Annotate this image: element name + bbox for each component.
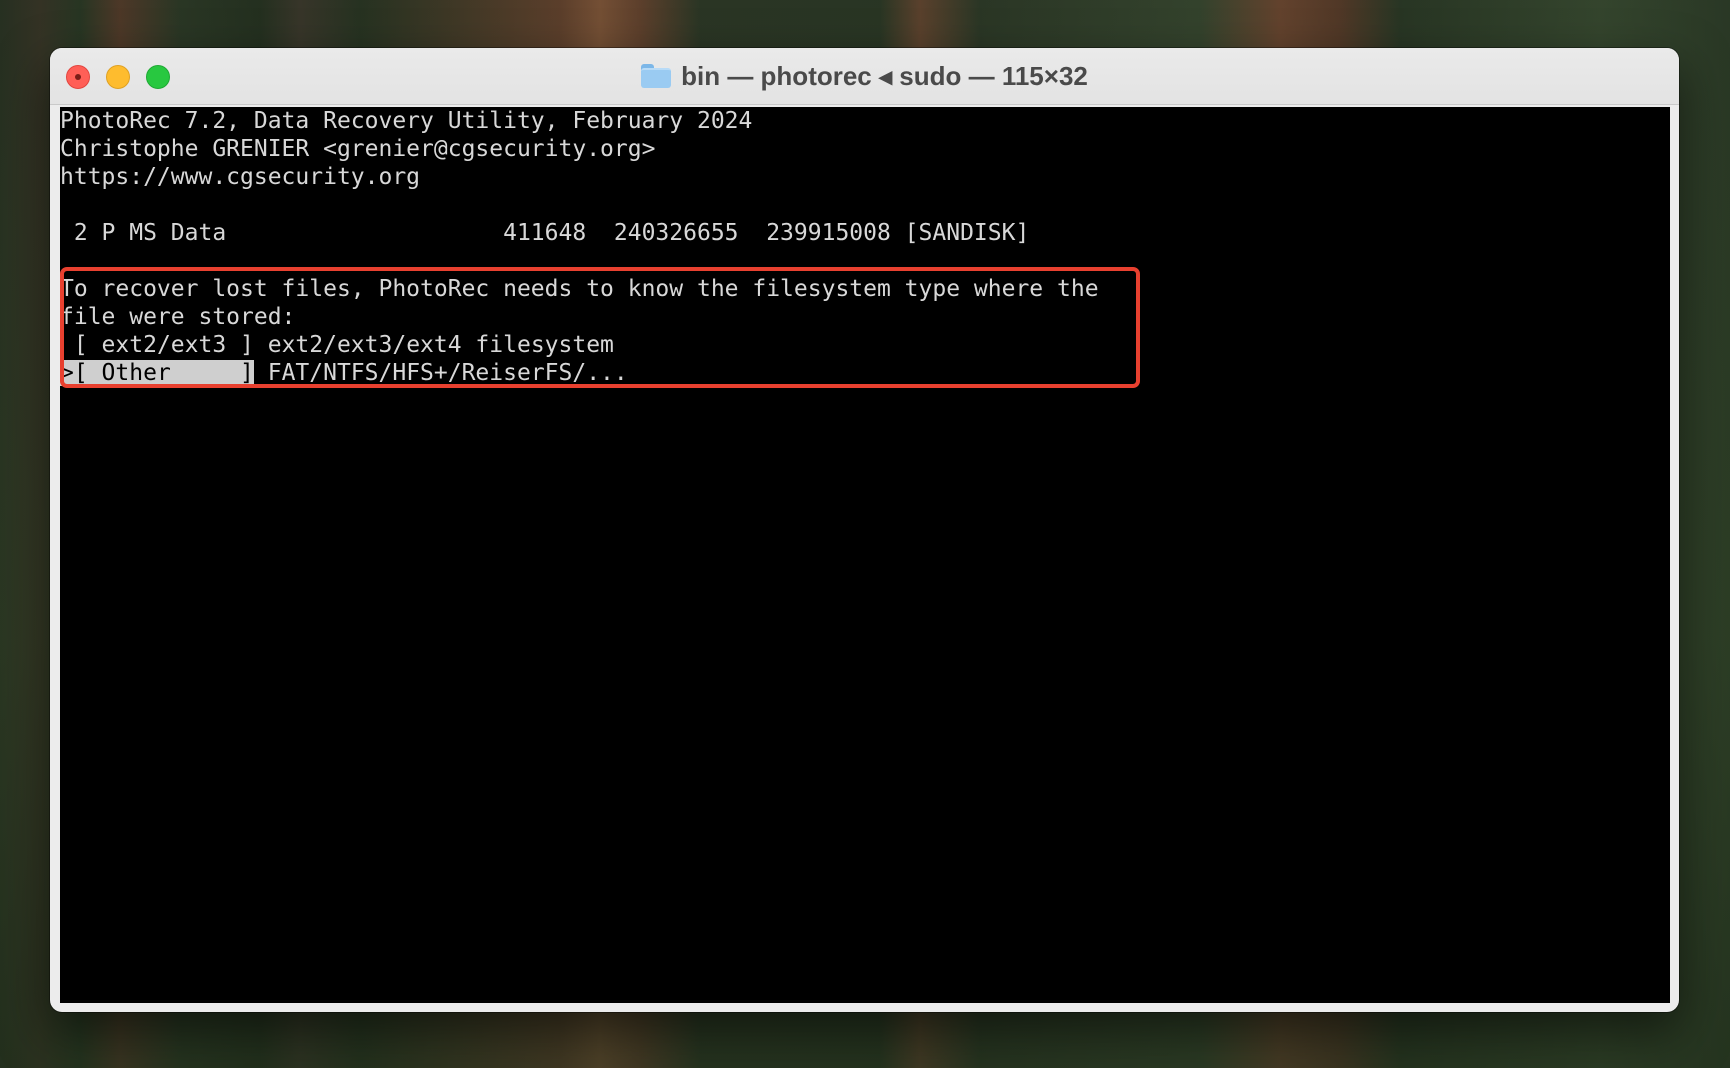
window-title: bin — photorec ◂ sudo — 115×32 (50, 60, 1679, 91)
header-url-line: https://www.cgsecurity.org (60, 164, 421, 190)
partition-line: 2 P MS Data 411648 240326655 239915008 [… (60, 220, 1030, 246)
annotation-highlight-box (60, 267, 1140, 388)
folder-icon (641, 64, 672, 88)
title-bar[interactable]: bin — photorec ◂ sudo — 115×32 (50, 48, 1679, 105)
header-title-line: PhotoRec 7.2, Data Recovery Utility, Feb… (60, 108, 753, 134)
window-title-text: bin — photorec ◂ sudo — 115×32 (681, 60, 1088, 91)
terminal-content[interactable]: PhotoRec 7.2, Data Recovery Utility, Feb… (60, 107, 1670, 1003)
header-author-line: Christophe GRENIER <grenier@cgsecurity.o… (60, 136, 656, 162)
terminal-window[interactable]: bin — photorec ◂ sudo — 115×32 PhotoRec … (50, 48, 1679, 1012)
